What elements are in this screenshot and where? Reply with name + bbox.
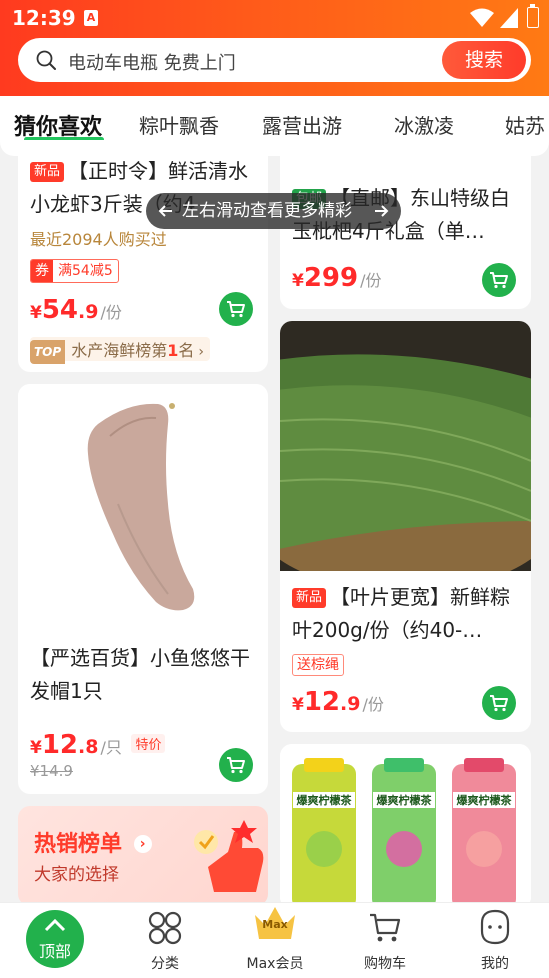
- profile-icon: [480, 909, 510, 945]
- status-bar: 12:39 A: [0, 0, 549, 36]
- hot-list-subtitle: 大家的选择: [34, 865, 119, 885]
- cart-icon: [370, 913, 401, 942]
- product-card-zongzi-leaves[interactable]: 新品 【叶片更宽】新鲜粽叶200g/份（约40-… 送棕绳 ¥12.9/份: [280, 321, 531, 732]
- search-bar[interactable]: 电动车电瓶 免费上门 搜索: [18, 38, 531, 82]
- product-card-crayfish[interactable]: 新品 【正时令】鲜活清水小龙虾3斤装（约4 最近2094人购买过 券满54减5 ¥…: [18, 140, 268, 372]
- product-title: 新品 【叶片更宽】新鲜粽叶200g/份（约40-…: [292, 585, 511, 642]
- add-to-cart-button[interactable]: [482, 263, 516, 297]
- status-time: 12:39: [12, 6, 76, 30]
- coupon-badge: 券满54减5: [30, 259, 119, 283]
- cart-icon: [227, 301, 245, 318]
- nav-label: 购物车: [364, 956, 406, 972]
- product-price: ¥12.8/只 特价: [30, 730, 166, 760]
- add-to-cart-button[interactable]: [482, 686, 516, 720]
- hot-list-title: 热销榜单 ›: [34, 826, 152, 858]
- top-button-label: 顶部: [38, 942, 71, 961]
- promo-tag: 送棕绳: [292, 654, 344, 676]
- tab-camping[interactable]: 露营出游: [262, 110, 342, 139]
- new-badge: 新品: [30, 162, 65, 182]
- hot-list-banner[interactable]: 热销榜单 › 大家的选择: [18, 806, 268, 906]
- product-image-zongzi-leaves: [280, 321, 531, 571]
- product-price: ¥299/份: [292, 263, 382, 293]
- nav-profile[interactable]: 我的: [440, 903, 549, 978]
- max-badge: Max: [262, 918, 288, 931]
- tab-gusu[interactable]: 姑苏: [505, 110, 545, 139]
- product-title: 【严选百货】小鱼悠悠干发帽1只: [30, 646, 250, 703]
- arrow-left-icon: [158, 205, 172, 217]
- nav-label: 分类: [151, 956, 179, 972]
- add-to-cart-button[interactable]: [219, 292, 253, 326]
- chevron-right-icon: ›: [133, 835, 152, 853]
- cart-icon: [490, 272, 508, 289]
- sales-text: 最近2094人购买过: [30, 230, 167, 249]
- thumbs-up-icon: [194, 820, 264, 892]
- special-price-tag: 特价: [131, 734, 166, 753]
- rank-badge[interactable]: TOP 水产海鲜榜第1名 ›: [30, 337, 210, 364]
- original-price: ¥14.9: [30, 762, 73, 780]
- nav-label: Max会员: [246, 956, 304, 972]
- bottle-label: 爆爽柠檬茶: [293, 792, 355, 808]
- header: 12:39 A 电动车电瓶 免费上门 搜索: [0, 0, 549, 96]
- wifi-icon: [470, 8, 494, 27]
- cart-icon: [227, 757, 245, 774]
- app-notification-icon: A: [84, 10, 98, 26]
- product-image-hair-towel: [18, 384, 268, 634]
- cart-icon: [490, 695, 508, 712]
- product-price: ¥12.9/份: [292, 687, 384, 717]
- search-icon: [36, 50, 56, 70]
- nav-category[interactable]: 分类: [110, 903, 220, 978]
- signal-icon: [500, 8, 518, 28]
- battery-icon: [527, 4, 539, 28]
- arrow-right-icon: [375, 205, 389, 217]
- back-to-top-button[interactable]: 顶部: [26, 910, 84, 968]
- tab-ice-cream[interactable]: 冰激凌: [394, 110, 454, 139]
- nav-label: 我的: [481, 956, 509, 972]
- product-card-hair-towel[interactable]: 【严选百货】小鱼悠悠干发帽1只 ¥12.8/只 特价 ¥14.9: [18, 384, 268, 794]
- new-badge: 新品: [292, 588, 327, 608]
- tab-zongye[interactable]: 粽叶飘香: [139, 110, 219, 139]
- bottle-label: 爆爽柠檬茶: [453, 792, 515, 808]
- search-button[interactable]: 搜索: [442, 41, 526, 79]
- nav-cart[interactable]: 购物车: [330, 903, 440, 978]
- product-card-lemon-tea[interactable]: 爆爽柠檬茶 爆爽柠檬茶 爆爽柠檬茶: [280, 744, 531, 909]
- product-price: ¥54.9/份: [30, 295, 122, 325]
- nav-max-member[interactable]: Max Max会员: [220, 903, 330, 978]
- product-image-lemon-tea: [280, 744, 531, 909]
- search-input[interactable]: 电动车电瓶 免费上门: [68, 49, 236, 75]
- grid-icon: [148, 911, 182, 945]
- bottle-label: 爆爽柠檬茶: [373, 792, 435, 808]
- swipe-hint-text: 左右滑动查看更多精彩: [182, 201, 352, 221]
- chevron-up-icon: [44, 918, 66, 932]
- swipe-hint-toast: 左右滑动查看更多精彩: [146, 193, 401, 229]
- add-to-cart-button[interactable]: [219, 748, 253, 782]
